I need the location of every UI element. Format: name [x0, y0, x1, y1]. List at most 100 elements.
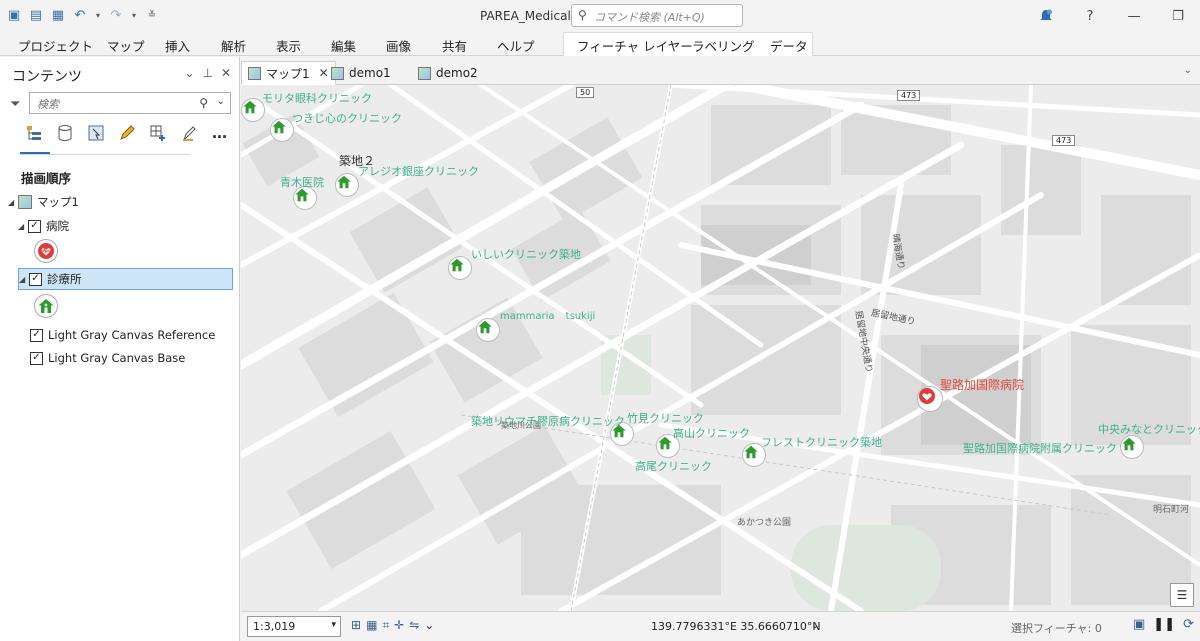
restore-icon[interactable]: ❐ [1156, 0, 1200, 32]
quick-access-toolbar: ▣ ▤ ▦ ↶ ▾ ↷ ▾ ≚ [6, 7, 160, 23]
place-label: 明石町河 [1153, 505, 1190, 515]
tab-analysis[interactable]: 解析 [221, 36, 246, 55]
layer-search-input[interactable]: 検索 ⚲ ⌄ [29, 92, 231, 114]
scale-selector[interactable]: 1:3,019 ▾ [247, 616, 341, 637]
map-overlay-button[interactable]: ☰ [1170, 583, 1194, 607]
contents-pane: コンテンツ ⌄ ⊥ ✕ ⏷ 検索 ⚲ ⌄ … 描画順序 ◢ マップ1 ◢ ✓ 病… [0, 57, 240, 641]
search-icon: ⚲ [578, 8, 587, 22]
layer-search-placeholder: 検索 [37, 98, 59, 111]
tab-list-icon[interactable]: ⌄ [1184, 65, 1192, 76]
layer-row-basemap-reference[interactable]: ✓ Light Gray Canvas Reference [30, 324, 215, 346]
crosshair-icon[interactable]: ✛ [394, 618, 404, 633]
tab-help[interactable]: ヘルプ [497, 36, 535, 55]
clinic-label: 中央みなとクリニック [1098, 423, 1200, 436]
map-node[interactable]: ◢ マップ1 [8, 191, 79, 213]
tab-demo1[interactable]: demo1 [325, 61, 397, 85]
labeling-icon[interactable] [177, 121, 200, 144]
clinic-marker[interactable] [335, 173, 359, 197]
expand-icon[interactable]: ◢ [19, 275, 29, 284]
fit-extent-icon[interactable]: ▣ [1133, 617, 1145, 632]
undo-dropdown-icon[interactable]: ▾ [94, 7, 102, 23]
layer-visibility-checkbox[interactable]: ✓ [28, 219, 41, 233]
expand-icon[interactable]: ◢ [18, 222, 28, 231]
hospital-heart-icon[interactable] [34, 239, 58, 263]
snapping-icon[interactable] [146, 121, 169, 144]
graticule-icon[interactable]: ⌗ [382, 618, 389, 633]
tab-project[interactable]: プロジェクト [18, 36, 93, 55]
layer-visibility-checkbox[interactable]: ✓ [29, 272, 42, 286]
close-icon[interactable]: ✕ [221, 66, 231, 80]
customize-icon[interactable]: ≚ [144, 7, 160, 23]
tab-share[interactable]: 共有 [442, 36, 467, 55]
pin-icon[interactable]: ⊥ [202, 66, 212, 80]
help-icon[interactable]: ? [1068, 0, 1112, 32]
tab-view[interactable]: 表示 [276, 36, 301, 55]
editing-icon[interactable] [115, 121, 138, 144]
search-icon[interactable]: ⚲ [199, 96, 208, 110]
clinic-marker[interactable] [448, 256, 472, 280]
redo-dropdown-icon[interactable]: ▾ [130, 7, 138, 23]
more-icon[interactable]: … [208, 121, 231, 144]
chevron-down-icon[interactable]: ▾ [331, 620, 336, 630]
map-icon [248, 66, 261, 80]
chevron-down-icon[interactable]: ⌄ [811, 620, 819, 631]
layer-visibility-checkbox[interactable]: ✓ [30, 328, 43, 342]
tab-edit[interactable]: 編集 [331, 36, 356, 55]
tab-map1[interactable]: マップ1 ✕ [241, 61, 336, 85]
layer-label: 診療所 [47, 272, 82, 286]
pause-icon[interactable]: ❚❚ [1153, 617, 1175, 632]
new-project-icon[interactable]: ▣ [6, 7, 22, 23]
tab-insert[interactable]: 挿入 [165, 36, 190, 55]
clinic-marker[interactable] [476, 318, 500, 342]
minimize-icon[interactable]: — [1112, 0, 1156, 32]
pane-options-icon[interactable]: ⌄ [184, 66, 194, 80]
road-shield: 473 [1052, 135, 1076, 146]
layer-label: Light Gray Canvas Reference [48, 328, 216, 342]
place-label: あかつき公園 [737, 518, 792, 528]
title-bar: ▣ ▤ ▦ ↶ ▾ ↷ ▾ ≚ PAREA_Medical ⚲ コマンド検索 (… [0, 0, 1200, 32]
ribbon-tabs: プロジェクト マップ 挿入 解析 表示 編集 画像 共有 ヘルプ フィーチャ レ… [0, 32, 1200, 56]
clinic-marker[interactable] [1120, 435, 1144, 459]
map-icon [418, 66, 431, 80]
layer-visibility-checkbox[interactable]: ✓ [30, 351, 43, 365]
drawing-order-icon[interactable] [22, 121, 45, 144]
layer-row-hospital[interactable]: ◢ ✓ 病院 [18, 215, 69, 237]
clinic-marker[interactable] [270, 118, 294, 142]
undo-icon[interactable]: ↶ [72, 7, 88, 23]
selected-features-count: 選択フィーチャ: 0 [1011, 622, 1102, 635]
redo-icon[interactable]: ↷ [108, 7, 124, 23]
pane-title: コンテンツ [12, 69, 82, 85]
clinic-house-icon[interactable] [34, 294, 58, 318]
hospital-label: 聖路加国際病院 [940, 378, 1025, 392]
coordinate-readout: 139.7796331°E 35.6660710°N [651, 620, 821, 633]
layer-row-basemap-base[interactable]: ✓ Light Gray Canvas Base [30, 347, 185, 369]
grid-add-icon[interactable]: ⊞ [351, 618, 361, 633]
data-source-icon[interactable] [53, 121, 76, 144]
navigate-icon[interactable]: ⇋ [409, 618, 419, 633]
tab-feature-layer[interactable]: フィーチャ レイヤー [577, 36, 693, 55]
refresh-icon[interactable]: ⟳ [1183, 617, 1194, 632]
tab-labeling[interactable]: ラベリング [692, 36, 755, 55]
chevron-down-icon[interactable]: ⌄ [424, 618, 434, 633]
tab-map[interactable]: マップ [107, 36, 145, 55]
command-search-input[interactable]: ⚲ コマンド検索 (Alt+Q) [571, 4, 743, 27]
selection-icon[interactable] [84, 121, 107, 144]
table-icon[interactable]: ▦ [366, 618, 377, 633]
tab-data[interactable]: データ [770, 36, 808, 55]
app-title: PAREA_Medical [480, 9, 571, 23]
expand-icon[interactable]: ◢ [8, 198, 18, 207]
scale-value: 1:3,019 [253, 620, 296, 633]
filter-icon[interactable]: ⏷ [10, 97, 20, 112]
tab-imagery[interactable]: 画像 [386, 36, 411, 55]
notification-icon[interactable] [1024, 0, 1068, 32]
open-project-icon[interactable]: ▤ [28, 7, 44, 23]
tab-demo2[interactable]: demo2 [412, 61, 484, 85]
chevron-down-icon[interactable]: ⌄ [217, 96, 225, 107]
clinic-label: mammaria tsukiji [500, 311, 596, 322]
tab-label: マップ1 [266, 66, 310, 81]
layer-row-clinic[interactable]: ◢ ✓ 診療所 [18, 268, 233, 290]
map-icon [18, 195, 32, 209]
save-project-icon[interactable]: ▦ [50, 7, 66, 23]
map-canvas[interactable]: 50 473 473 居留地通り 居留地中央通り 晴海通り 築地２ あかつき公園… [241, 85, 1200, 611]
road-shield: 50 [576, 87, 595, 98]
